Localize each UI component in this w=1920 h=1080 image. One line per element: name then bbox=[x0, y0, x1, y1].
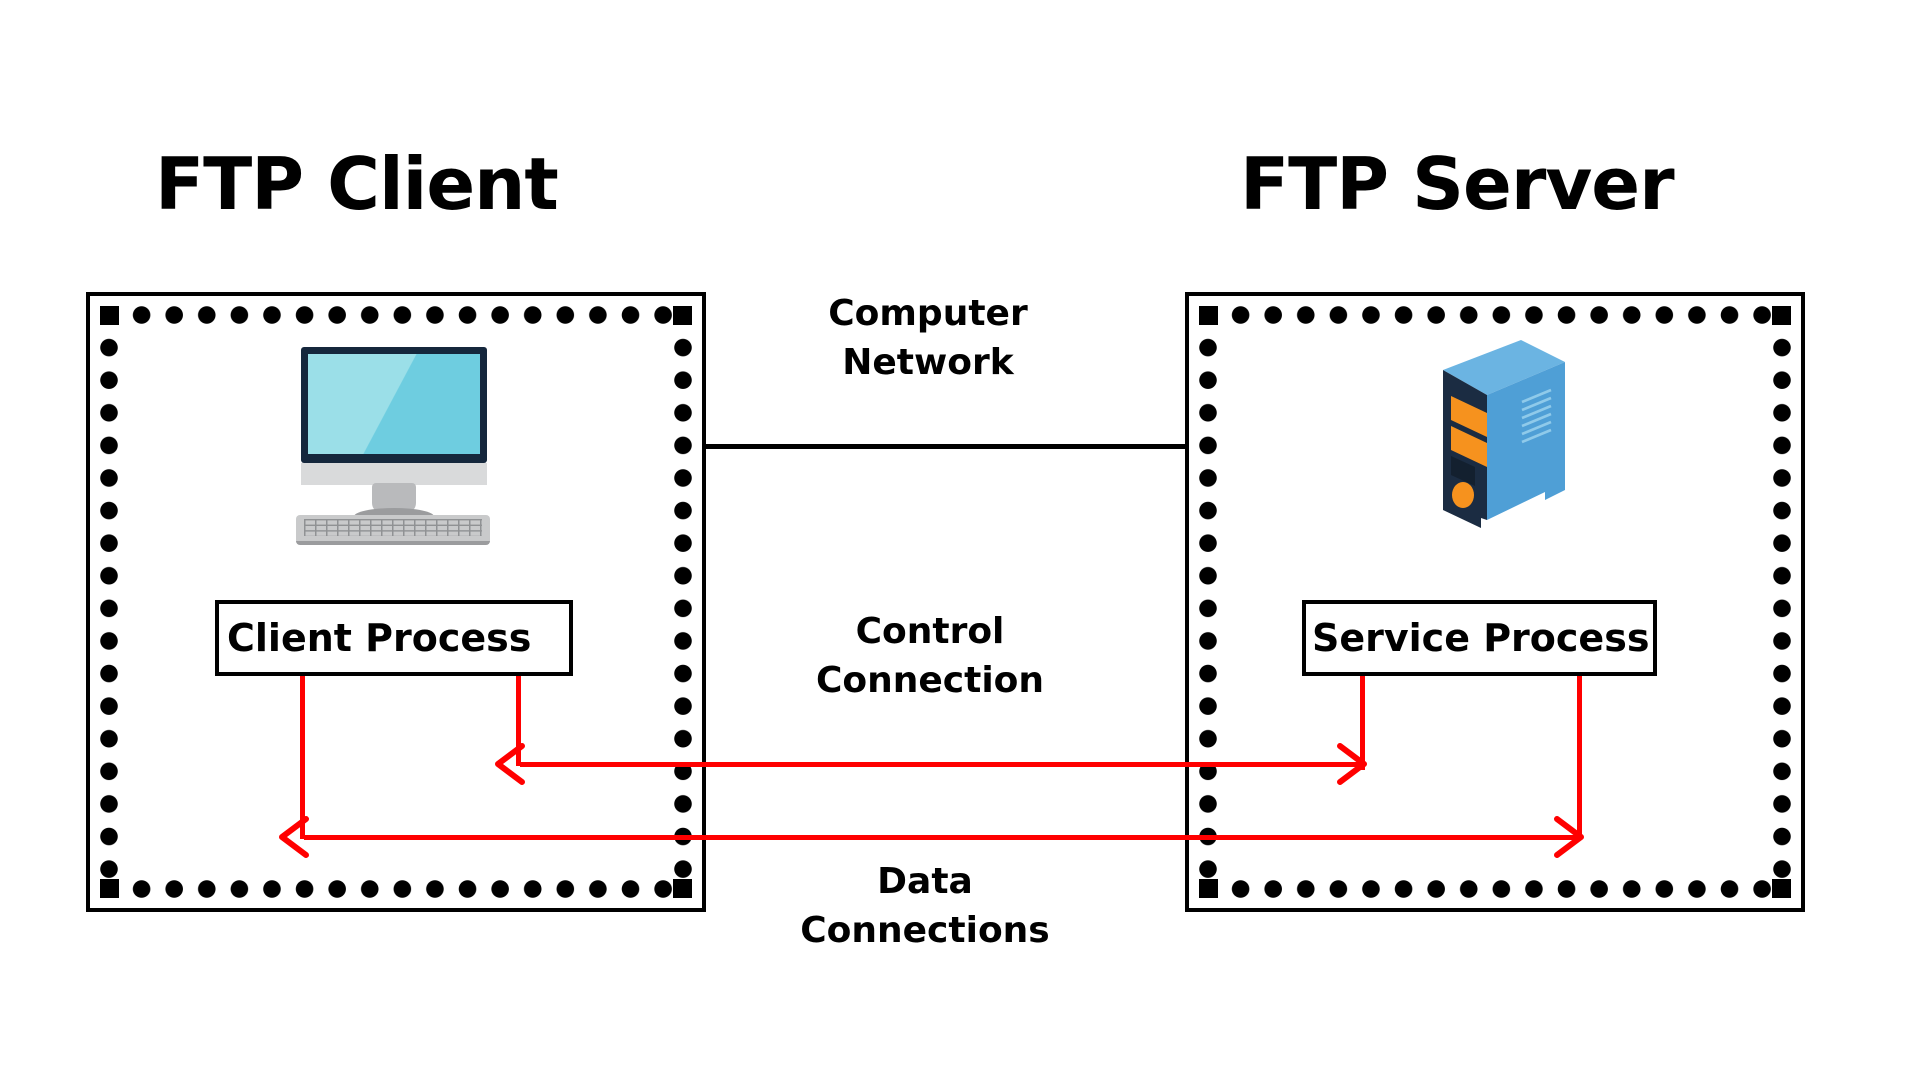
page-title-ftp-server: FTP Server bbox=[1240, 142, 1675, 226]
monitor-bezel bbox=[301, 347, 487, 463]
corner-square-bottom-left bbox=[100, 879, 119, 898]
monitor-chin bbox=[301, 463, 487, 485]
data-connection-line bbox=[304, 835, 1579, 840]
label-data-connections: Data Connections bbox=[800, 861, 1050, 951]
page-title-ftp-client: FTP Client bbox=[155, 142, 559, 226]
corner-square-bottom-right bbox=[673, 879, 692, 898]
dotted-edge-right bbox=[1773, 306, 1791, 898]
corner-square-bottom-left bbox=[1199, 879, 1218, 898]
server-power-button bbox=[1452, 482, 1474, 508]
dotted-edge-right bbox=[674, 306, 692, 898]
diagram-canvas: FTP Client FTP Server Computer Network C… bbox=[0, 0, 1920, 1080]
control-connection-line bbox=[520, 762, 1363, 767]
computer-network-line bbox=[702, 444, 1189, 449]
service-process-label: Service Process bbox=[1312, 616, 1650, 660]
corner-square-top-left bbox=[1199, 306, 1218, 325]
desktop-computer-icon bbox=[293, 347, 493, 545]
dotted-edge-bottom bbox=[1199, 880, 1791, 898]
client-process-label: Client Process bbox=[227, 616, 532, 660]
corner-square-top-left bbox=[100, 306, 119, 325]
dotted-edge-left bbox=[100, 306, 118, 898]
control-connection-arrowhead-right bbox=[1337, 743, 1367, 785]
data-connection-arrowhead-left bbox=[279, 816, 309, 858]
monitor-screen bbox=[308, 354, 480, 454]
label-control-connection: Control Connection bbox=[815, 611, 1045, 701]
server-tower-icon bbox=[1443, 340, 1565, 528]
dotted-edge-top bbox=[100, 306, 692, 324]
control-connection-arrowhead-left bbox=[495, 743, 525, 785]
dotted-edge-bottom bbox=[100, 880, 692, 898]
corner-square-top-right bbox=[673, 306, 692, 325]
corner-square-bottom-right bbox=[1772, 879, 1791, 898]
dotted-edge-top bbox=[1199, 306, 1791, 324]
client-process-box[interactable]: Client Process bbox=[215, 600, 573, 676]
keyboard-icon bbox=[296, 515, 490, 545]
label-computer-network: Computer Network bbox=[828, 293, 1028, 383]
service-process-box[interactable]: Service Process bbox=[1302, 600, 1657, 676]
corner-square-top-right bbox=[1772, 306, 1791, 325]
dotted-edge-left bbox=[1199, 306, 1217, 898]
data-connection-arrowhead-right bbox=[1554, 816, 1584, 858]
